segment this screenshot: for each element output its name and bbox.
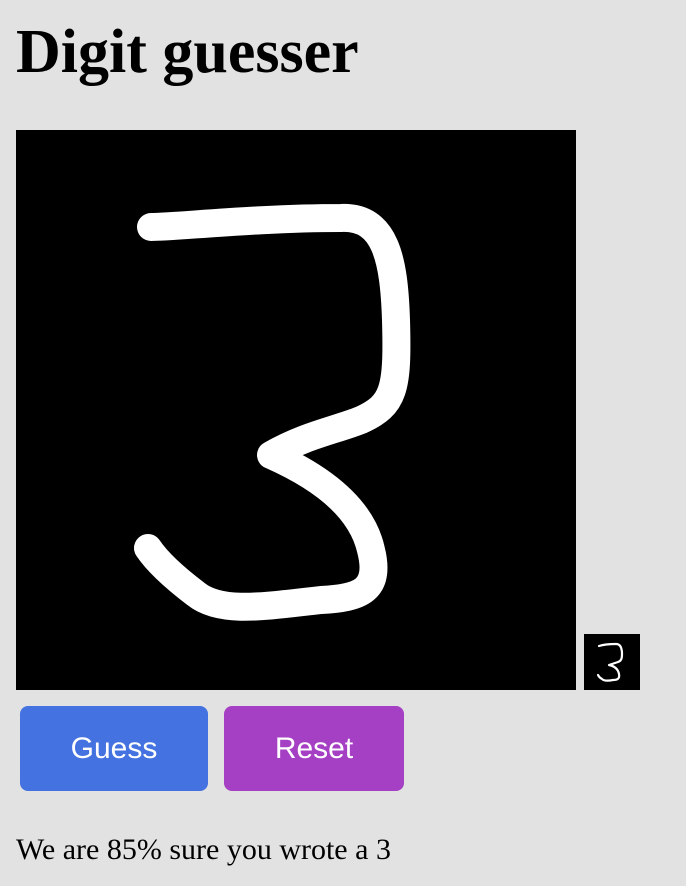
guess-button[interactable]: Guess — [20, 706, 208, 791]
prediction-result: We are 85% sure you wrote a 3 — [16, 833, 391, 866]
preview-digit-stroke — [596, 642, 624, 682]
page-title: Digit guesser — [16, 18, 359, 86]
reset-button[interactable]: Reset — [224, 706, 404, 791]
preview-thumbnail — [584, 634, 640, 690]
drawn-digit-stroke — [134, 204, 411, 621]
drawing-canvas[interactable] — [16, 130, 576, 690]
